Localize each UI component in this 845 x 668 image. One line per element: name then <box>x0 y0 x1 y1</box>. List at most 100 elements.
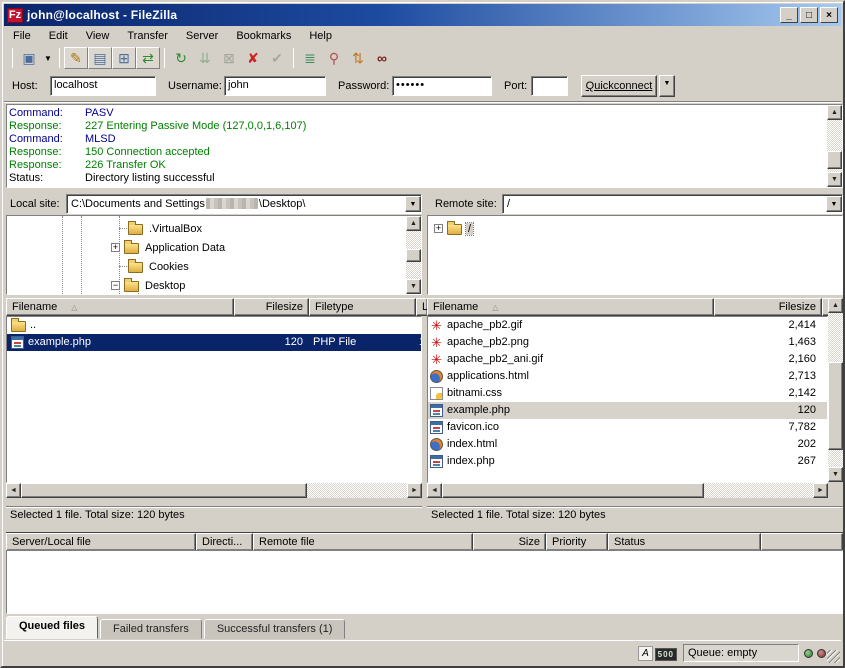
scroll-down-icon[interactable]: ▼ <box>827 172 842 187</box>
expand-plus-icon[interactable]: + <box>111 243 120 252</box>
column-filetype[interactable]: Filetype <box>309 298 416 316</box>
maximize-button[interactable]: □ <box>800 7 818 23</box>
scroll-left-icon[interactable]: ◄ <box>6 483 21 498</box>
local-file-list[interactable]: .. example.php 120 PHP File 1 <box>6 316 422 483</box>
scrollbar-thumb[interactable] <box>827 151 842 169</box>
log-label: Response: <box>9 146 62 159</box>
scrollbar-thumb[interactable] <box>406 249 421 262</box>
title-bar[interactable]: Fz john@localhost - FileZilla _ □ × <box>4 4 841 26</box>
local-tree[interactable]: .VirtualBox + Application Data Cookies −… <box>6 215 422 295</box>
collapse-minus-icon[interactable]: − <box>111 281 120 290</box>
menu-view[interactable]: View <box>77 28 119 44</box>
minimize-button[interactable]: _ <box>780 7 798 23</box>
folder-icon <box>128 224 143 235</box>
remote-site-combo[interactable]: / <box>502 194 843 214</box>
tab-queued-files[interactable]: Queued files <box>6 616 98 639</box>
column-filesize[interactable]: Filesize <box>714 298 822 316</box>
local-site-combo[interactable]: C:\Documents and Settings\Desktop\ <box>66 194 422 214</box>
column-remote-file[interactable]: Remote file <box>253 533 473 551</box>
scroll-right-icon[interactable]: ► <box>407 483 422 498</box>
local-path-suffix: \Desktop\ <box>259 198 305 210</box>
column-status[interactable]: Status <box>608 533 761 551</box>
resize-grip[interactable] <box>827 650 840 663</box>
process-queue-icon[interactable]: ⇊ <box>193 47 217 69</box>
menu-edit[interactable]: Edit <box>40 28 77 44</box>
tab-failed-transfers[interactable]: Failed transfers <box>100 619 202 639</box>
host-input[interactable]: localhost <box>50 76 156 96</box>
remote-tree[interactable]: + / <box>427 215 843 295</box>
menu-transfer[interactable]: Transfer <box>118 28 177 44</box>
expand-plus-icon[interactable]: + <box>434 224 443 233</box>
toggle-queue-icon[interactable]: ⇄ <box>136 47 160 69</box>
menu-bar: File Edit View Transfer Server Bookmarks… <box>4 26 841 45</box>
scroll-up-icon[interactable]: ▲ <box>406 216 421 231</box>
column-filesize[interactable]: Filesize <box>234 298 309 316</box>
file-row[interactable]: apache_pb2.png1,463 <box>428 334 827 351</box>
message-log[interactable]: Command:PASV Response:227 Entering Passi… <box>6 104 843 188</box>
quickconnect-button[interactable]: Quickconnect <box>581 75 657 97</box>
file-row[interactable]: index.php267 <box>428 453 827 470</box>
tree-item-virtualbox[interactable]: .VirtualBox <box>128 219 204 238</box>
queue-tabs: Queued files Failed transfers Successful… <box>6 616 347 639</box>
file-row[interactable]: applications.html2,713 <box>428 368 827 385</box>
file-row[interactable]: apache_pb2_ani.gif2,160 <box>428 351 827 368</box>
reconnect-icon[interactable]: ✔ <box>265 47 289 69</box>
tree-item-cookies[interactable]: Cookies <box>128 257 191 276</box>
scrollbar-thumb[interactable] <box>442 483 704 498</box>
column-filename[interactable]: Filename△ <box>427 298 714 316</box>
scroll-down-icon[interactable]: ▼ <box>406 279 421 294</box>
column-direction[interactable]: Directi... <box>196 533 253 551</box>
file-row[interactable]: apache_pb2.gif2,414 <box>428 317 827 334</box>
file-row[interactable]: favicon.ico7,782 <box>428 419 827 436</box>
column-server-local-file[interactable]: Server/Local file <box>6 533 196 551</box>
tree-item-label: Cookies <box>147 261 191 273</box>
scroll-right-icon[interactable]: ► <box>813 483 828 498</box>
file-row[interactable]: index.html202 <box>428 436 827 453</box>
compare-icon[interactable]: ⚲ <box>322 47 346 69</box>
file-row-updir[interactable]: .. <box>7 317 421 334</box>
menu-bookmarks[interactable]: Bookmarks <box>227 28 300 44</box>
toggle-local-tree-icon[interactable]: ▤ <box>88 47 112 69</box>
filter-icon[interactable]: ≣ <box>298 47 322 69</box>
disconnect-icon[interactable]: ✘ <box>241 47 265 69</box>
scroll-left-icon[interactable]: ◄ <box>427 483 442 498</box>
menu-file[interactable]: File <box>4 28 40 44</box>
password-input[interactable]: •••••• <box>392 76 492 96</box>
local-site-dropdown-icon[interactable]: ▼ <box>405 196 421 212</box>
remote-file-list[interactable]: apache_pb2.gif2,414 apache_pb2.png1,463 … <box>427 316 828 483</box>
filename: bitnami.css <box>447 385 502 402</box>
scroll-down-icon[interactable]: ▼ <box>828 467 843 482</box>
tab-successful-transfers[interactable]: Successful transfers (1) <box>204 619 346 639</box>
column-size[interactable]: Size <box>473 533 546 551</box>
apache-file-icon <box>430 336 443 349</box>
scroll-up-icon[interactable]: ▲ <box>828 298 843 313</box>
menu-help[interactable]: Help <box>300 28 341 44</box>
filesize: 1,463 <box>711 334 816 351</box>
scrollbar-thumb[interactable] <box>828 362 843 450</box>
column-filename[interactable]: Filename△ <box>6 298 234 316</box>
quickconnect-dropdown-icon[interactable]: ▼ <box>659 75 675 97</box>
scroll-up-icon[interactable]: ▲ <box>827 105 842 120</box>
username-input[interactable]: john <box>224 76 326 96</box>
refresh-icon[interactable]: ↻ <box>169 47 193 69</box>
site-manager-icon[interactable]: ▣ <box>17 47 41 69</box>
find-icon[interactable]: ∞ <box>370 47 394 69</box>
remote-site-dropdown-icon[interactable]: ▼ <box>826 196 842 212</box>
port-input[interactable] <box>531 76 568 96</box>
sync-browsing-icon[interactable]: ⇅ <box>346 47 370 69</box>
file-row-selected[interactable]: example.php120 <box>428 402 827 419</box>
toggle-remote-tree-icon[interactable]: ⊞ <box>112 47 136 69</box>
menu-server[interactable]: Server <box>177 28 227 44</box>
queue-list[interactable] <box>6 550 843 614</box>
cancel-icon[interactable]: ⊠ <box>217 47 241 69</box>
tree-item-root[interactable]: + / <box>434 219 473 238</box>
toggle-message-log-icon[interactable]: ✎ <box>64 47 88 69</box>
file-row[interactable]: bitnami.css2,142 <box>428 385 827 402</box>
column-priority[interactable]: Priority <box>546 533 608 551</box>
scrollbar-thumb[interactable] <box>21 483 307 498</box>
file-row-example-php[interactable]: example.php 120 PHP File 1 <box>7 334 421 351</box>
tree-item-desktop[interactable]: − Desktop <box>111 276 187 295</box>
close-button[interactable]: × <box>820 7 838 23</box>
site-manager-dropdown-icon[interactable]: ▼ <box>41 47 55 69</box>
tree-item-application-data[interactable]: + Application Data <box>111 238 227 257</box>
